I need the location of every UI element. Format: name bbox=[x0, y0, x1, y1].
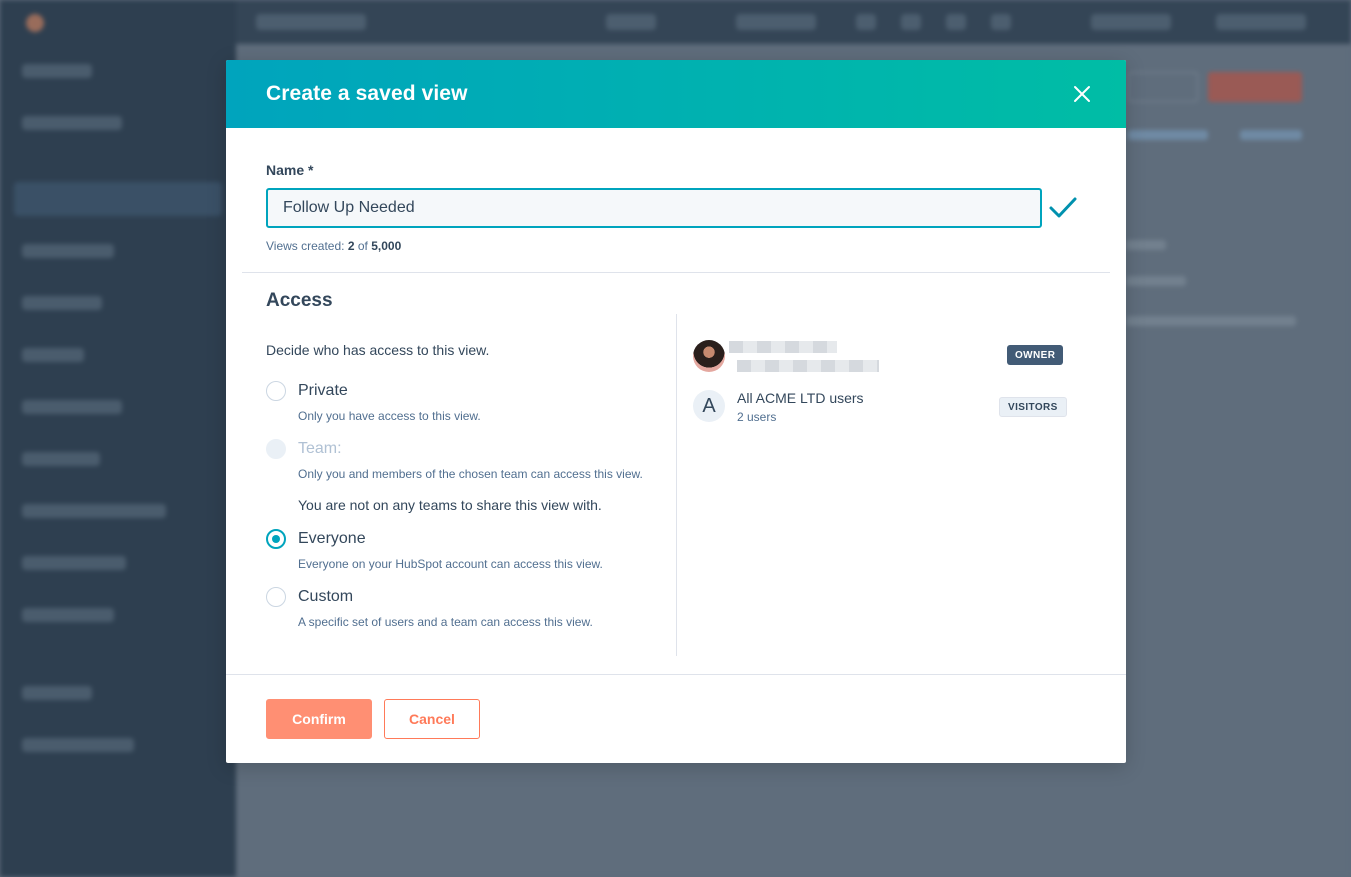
background-chip bbox=[606, 14, 656, 30]
everyone-radio-row[interactable]: Everyone bbox=[266, 529, 686, 549]
background-nav-item bbox=[22, 244, 114, 258]
private-radio[interactable] bbox=[266, 381, 286, 401]
name-field-group: Name * Views created: 2 of 5,000 bbox=[266, 162, 1086, 253]
redacted-user-name bbox=[729, 341, 837, 353]
background-nav-item bbox=[22, 556, 126, 570]
access-option-custom: Custom A specific set of users and a tea… bbox=[266, 587, 686, 629]
views-created-prefix: Views created: bbox=[266, 239, 345, 253]
background-chip bbox=[946, 14, 966, 30]
background-row bbox=[1126, 276, 1186, 286]
visitors-badge: VISITORS bbox=[999, 397, 1067, 417]
team-help-text: Only you and members of the chosen team … bbox=[298, 467, 643, 481]
member-row-owner: OWNER bbox=[692, 338, 1066, 374]
custom-radio[interactable] bbox=[266, 587, 286, 607]
background-nav-item-active bbox=[14, 182, 222, 216]
dialog-title: Create a saved view bbox=[266, 82, 468, 105]
background-chip bbox=[736, 14, 816, 30]
logo-icon bbox=[26, 14, 44, 32]
custom-radio-row[interactable]: Custom bbox=[266, 587, 686, 607]
member-row-all-users: A All ACME LTD users 2 users VISITORS bbox=[692, 390, 1067, 426]
footer-divider bbox=[226, 674, 1126, 675]
close-icon bbox=[1074, 86, 1090, 102]
custom-help-text: A specific set of users and a team can a… bbox=[298, 615, 593, 629]
background-chip bbox=[991, 14, 1011, 30]
background-link bbox=[1240, 130, 1302, 140]
views-created-counter: Views created: 2 of 5,000 bbox=[266, 239, 401, 253]
everyone-help-text: Everyone on your HubSpot account can acc… bbox=[298, 557, 603, 571]
section-divider bbox=[242, 272, 1110, 273]
background-button bbox=[1128, 72, 1198, 102]
member-name: All ACME LTD users bbox=[737, 390, 864, 406]
background-nav-item bbox=[22, 504, 166, 518]
team-radio[interactable] bbox=[266, 439, 286, 459]
confirm-button[interactable]: Confirm bbox=[266, 699, 372, 739]
team-note: You are not on any teams to share this v… bbox=[298, 497, 602, 513]
private-help-text: Only you have access to this view. bbox=[298, 409, 481, 423]
background-nav-item bbox=[22, 348, 84, 362]
background-topbar bbox=[236, 0, 1351, 44]
everyone-radio[interactable] bbox=[266, 529, 286, 549]
name-label: Name * bbox=[266, 162, 314, 178]
background-nav-item bbox=[22, 400, 122, 414]
access-option-private: Private Only you have access to this vie… bbox=[266, 381, 686, 423]
background-sidebar bbox=[0, 0, 236, 877]
background-button bbox=[1208, 72, 1302, 102]
background-search bbox=[256, 14, 366, 30]
background-nav-item bbox=[22, 64, 92, 78]
access-option-everyone: Everyone Everyone on your HubSpot accoun… bbox=[266, 529, 686, 571]
column-divider bbox=[676, 314, 677, 656]
background-nav-item bbox=[22, 608, 114, 622]
user-avatar bbox=[693, 340, 725, 372]
team-avatar: A bbox=[693, 390, 725, 422]
background-nav-item bbox=[22, 296, 102, 310]
team-radio-label[interactable]: Team: bbox=[298, 440, 342, 458]
background-nav-item bbox=[22, 452, 100, 466]
background-chip bbox=[1216, 14, 1306, 30]
background-nav-item bbox=[22, 738, 134, 752]
redacted-user-email bbox=[737, 360, 879, 372]
team-radio-row[interactable]: Team: bbox=[266, 439, 686, 459]
background-nav-item bbox=[22, 686, 92, 700]
background-link bbox=[1128, 130, 1208, 140]
views-created-limit: 5,000 bbox=[371, 239, 402, 253]
member-count: 2 users bbox=[737, 410, 777, 424]
access-option-team: Team: Only you and members of the chosen… bbox=[266, 439, 686, 481]
background-chip bbox=[856, 14, 876, 30]
name-input[interactable] bbox=[266, 188, 1042, 228]
create-saved-view-dialog: Create a saved view Name * Views created… bbox=[226, 60, 1126, 763]
background-row bbox=[1126, 240, 1166, 250]
custom-radio-label[interactable]: Custom bbox=[298, 588, 353, 606]
background-row bbox=[1126, 316, 1296, 326]
close-button[interactable] bbox=[1070, 82, 1094, 106]
views-created-of: of bbox=[357, 239, 368, 253]
views-created-count: 2 bbox=[347, 239, 355, 253]
owner-badge: OWNER bbox=[1007, 345, 1064, 365]
cancel-button[interactable]: Cancel bbox=[384, 699, 480, 739]
private-radio-label[interactable]: Private bbox=[298, 382, 348, 400]
access-description: Decide who has access to this view. bbox=[266, 342, 490, 358]
private-radio-row[interactable]: Private bbox=[266, 381, 686, 401]
background-chip bbox=[1091, 14, 1171, 30]
checkmark-icon bbox=[1049, 197, 1077, 218]
background-chip bbox=[901, 14, 921, 30]
everyone-radio-label[interactable]: Everyone bbox=[298, 530, 366, 548]
dialog-header: Create a saved view bbox=[226, 60, 1126, 128]
background-nav-item bbox=[22, 116, 122, 130]
access-heading: Access bbox=[266, 290, 333, 311]
